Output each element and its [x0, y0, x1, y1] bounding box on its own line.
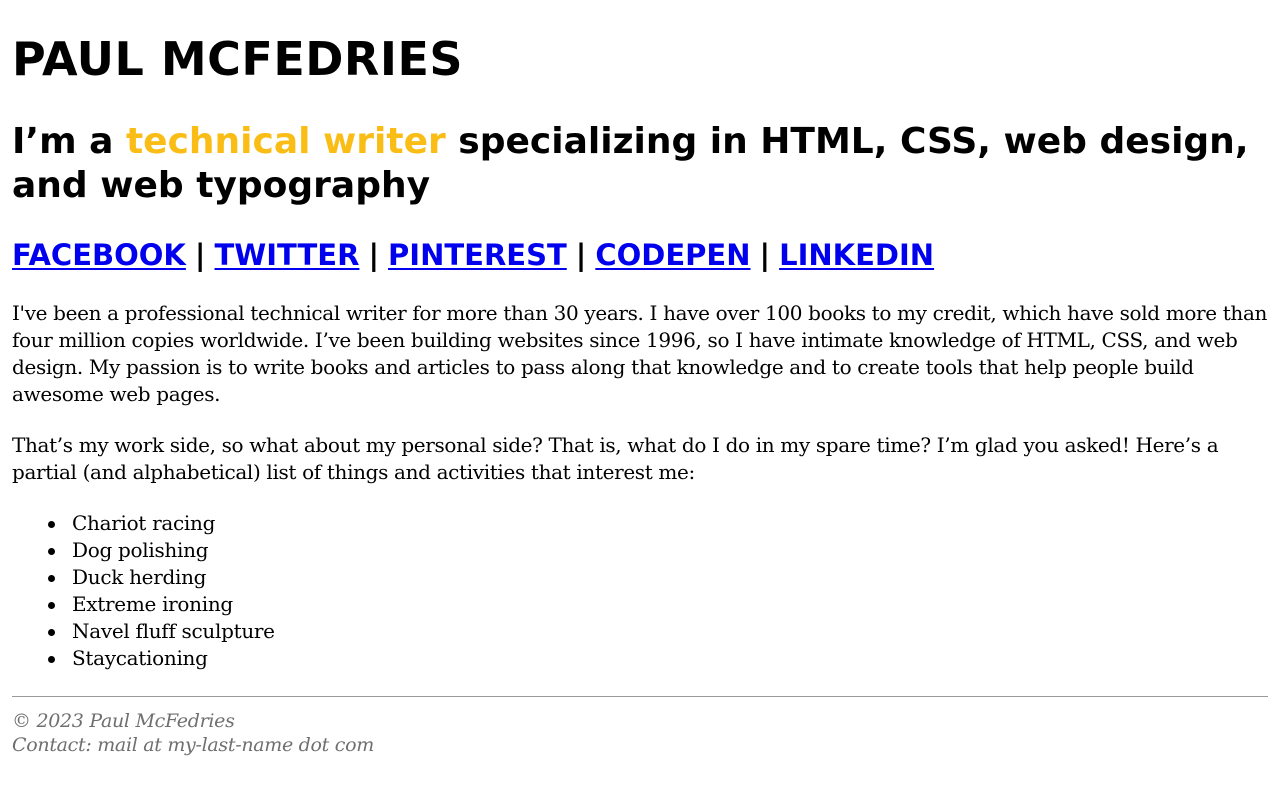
personal-intro-paragraph: That’s my work side, so what about my pe…: [12, 433, 1219, 484]
social-links: FACEBOOK | TWITTER | PINTEREST | CODEPEN | LINKE…: [12, 236, 934, 274]
list-item: Chariot racing: [12, 510, 275, 537]
bullet-icon: [48, 629, 55, 636]
bullet-icon: [48, 602, 55, 609]
bullet-icon: [48, 521, 55, 528]
bullet-icon: [48, 656, 55, 663]
social-separator: |: [194, 238, 206, 272]
tagline-prefix: I’m a: [12, 121, 126, 162]
social-separator: |: [759, 238, 771, 272]
social-separator: |: [368, 238, 380, 272]
social-separator: |: [575, 238, 587, 272]
footer-divider: [12, 696, 1268, 697]
interest-label: Duck herding: [72, 565, 207, 589]
tagline-highlight: technical writer: [125, 121, 446, 162]
interests-list: Chariot racing Dog polishing Duck herdin…: [12, 510, 275, 672]
codepen-link[interactable]: CODEPEN: [595, 238, 750, 272]
list-item: Duck herding: [12, 564, 275, 591]
bullet-icon: [48, 575, 55, 582]
facebook-link[interactable]: FACEBOOK: [12, 238, 186, 272]
interest-label: Staycationing: [72, 646, 208, 670]
page: PAUL MCFEDRIES I’m a technical writer sp…: [12, 0, 1268, 812]
bullet-icon: [48, 548, 55, 555]
site-title: PAUL MCFEDRIES: [12, 32, 464, 86]
linkedin-link[interactable]: LINKEDIN: [779, 238, 934, 272]
interest-label: Extreme ironing: [72, 592, 233, 616]
interest-label: Dog polishing: [72, 538, 209, 562]
interest-label: Chariot racing: [72, 511, 216, 535]
footer-copyright: © 2023 Paul McFedries: [12, 710, 235, 732]
list-item: Navel fluff sculpture: [12, 618, 275, 645]
bio-paragraph: I've been a professional technical write…: [12, 301, 1268, 406]
tagline: I’m a technical writer specializing in H…: [12, 120, 1268, 208]
footer-contact: Contact: mail at my-last-name dot com: [12, 734, 374, 756]
list-item: Extreme ironing: [12, 591, 275, 618]
twitter-link[interactable]: TWITTER: [215, 238, 360, 272]
pinterest-link[interactable]: PINTEREST: [388, 238, 567, 272]
interest-label: Navel fluff sculpture: [72, 619, 275, 643]
list-item: Dog polishing: [12, 537, 275, 564]
list-item: Staycationing: [12, 645, 275, 672]
